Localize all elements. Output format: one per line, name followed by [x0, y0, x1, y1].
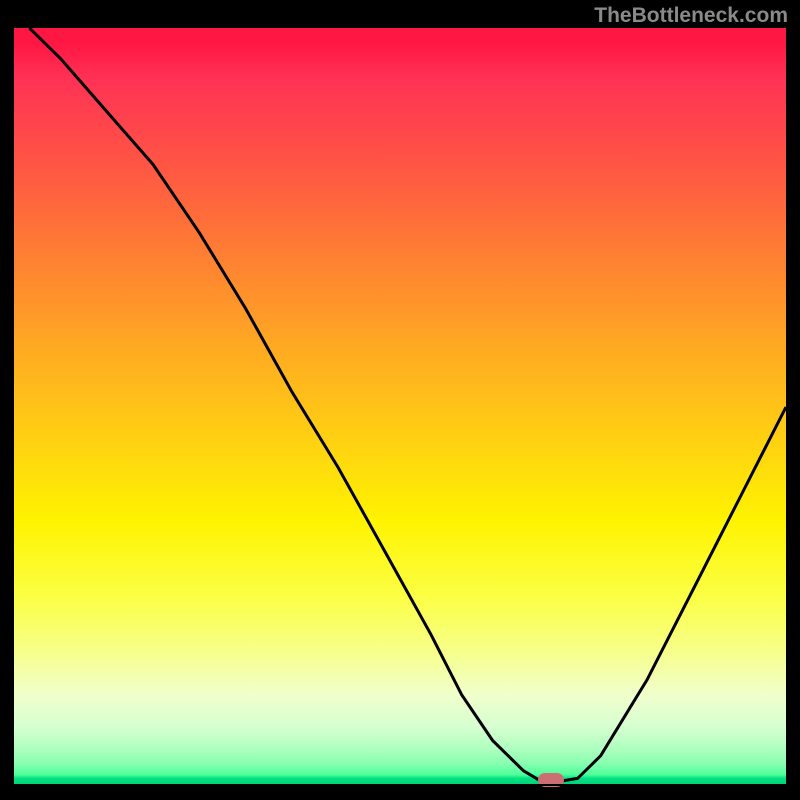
watermark-text: TheBottleneck.com — [594, 4, 788, 28]
chart-container: TheBottleneck.com — [0, 0, 800, 800]
y-axis — [12, 28, 14, 786]
line-series — [14, 28, 786, 786]
curve-path — [29, 28, 786, 782]
x-axis — [12, 784, 788, 786]
